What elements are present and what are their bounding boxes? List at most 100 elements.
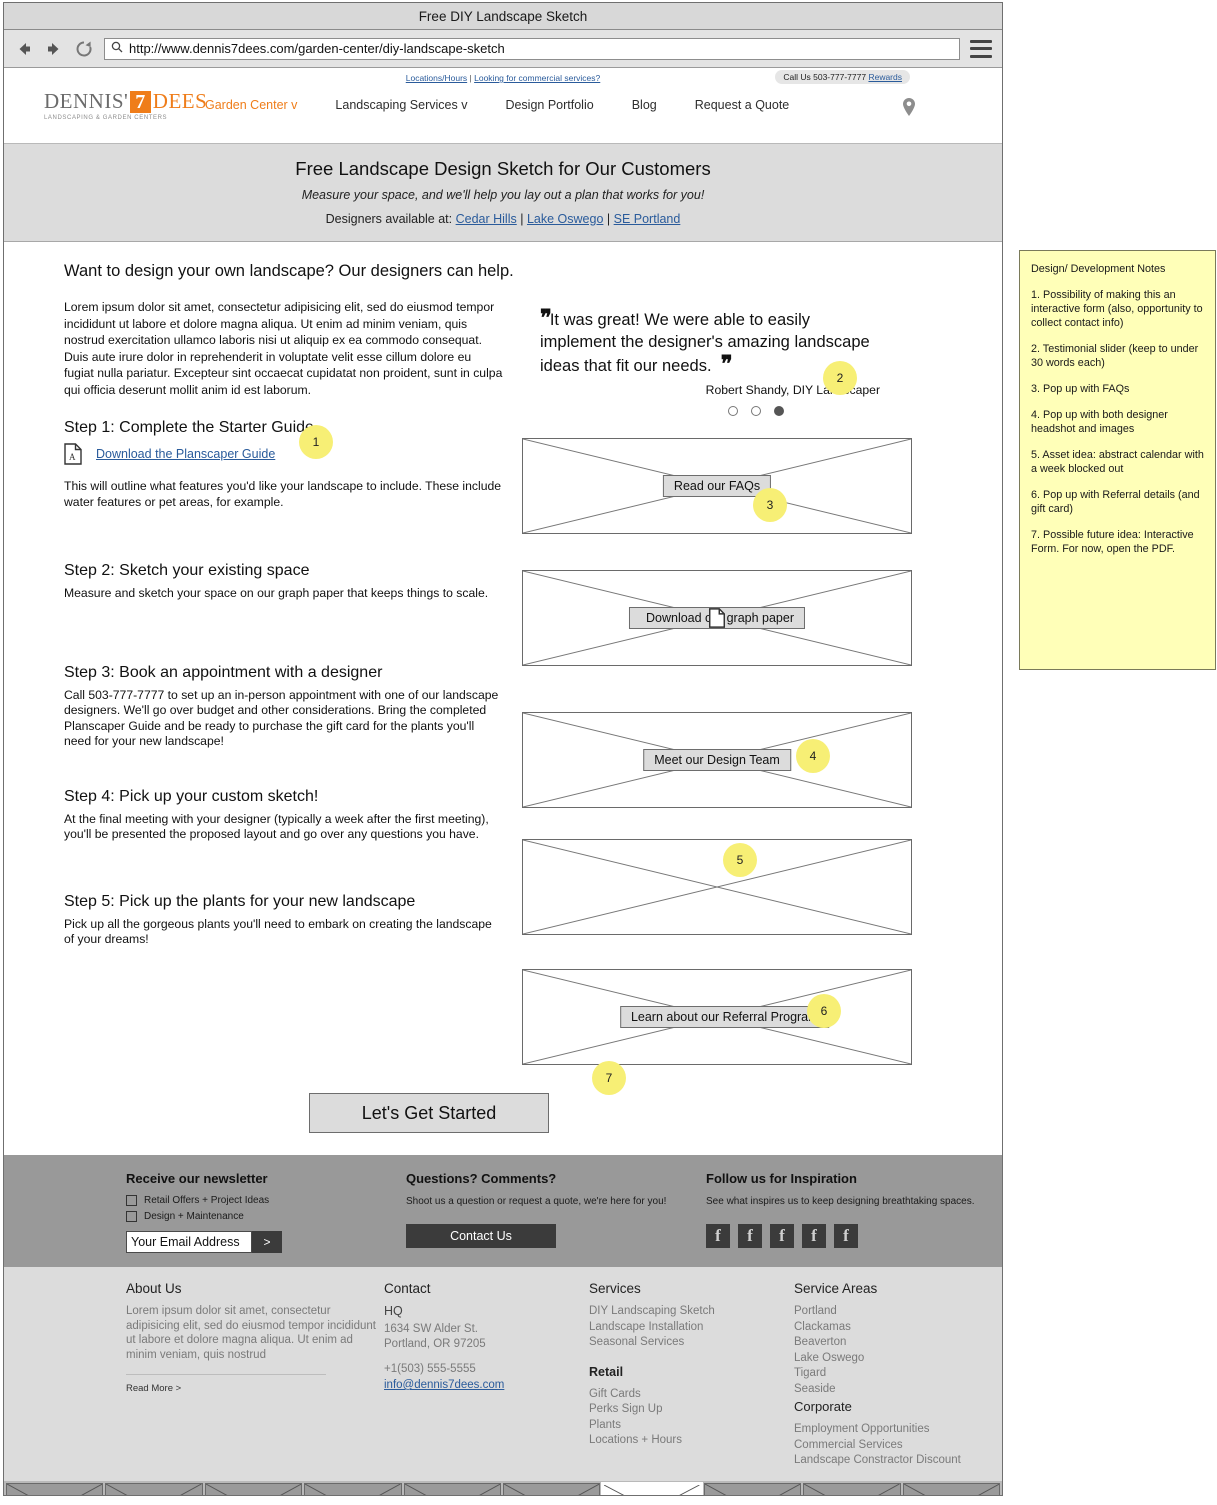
annotation-marker-7[interactable]: 7 bbox=[592, 1061, 626, 1095]
annotation-marker-4[interactable]: 4 bbox=[796, 739, 830, 773]
meet-design-team-button[interactable]: Meet our Design Team bbox=[643, 749, 791, 771]
corporate-item[interactable]: Landscape Constractor Discount bbox=[794, 1453, 1002, 1469]
newsletter-submit-label: > bbox=[263, 1235, 271, 1249]
service-area-item[interactable]: Portland bbox=[794, 1304, 1002, 1320]
forward-arrow-icon[interactable] bbox=[44, 39, 64, 59]
read-our-faqs-button[interactable]: Read our FAQs bbox=[662, 475, 772, 497]
url-bar[interactable]: http://www.dennis7dees.com/garden-center… bbox=[104, 37, 960, 60]
download-planscaper-guide-link[interactable]: Download the Planscaper Guide bbox=[96, 447, 275, 461]
facebook-icon[interactable]: f bbox=[706, 1224, 730, 1248]
testimonial-dot-1[interactable] bbox=[728, 406, 738, 416]
email-input[interactable]: Your Email Address bbox=[126, 1231, 252, 1253]
checkbox-design-maintenance[interactable] bbox=[126, 1211, 137, 1222]
facebook-icon[interactable]: f bbox=[802, 1224, 826, 1248]
services-item[interactable]: Landscape Installation bbox=[589, 1320, 794, 1336]
step-1-download-row: A Download the Planscaper Guide bbox=[64, 443, 504, 465]
retail-heading: Retail bbox=[589, 1364, 624, 1379]
facebook-icon[interactable]: f bbox=[834, 1224, 858, 1248]
newsletter-checkbox-row-2[interactable]: Design + Maintenance bbox=[126, 1211, 406, 1222]
nav-links: Garden Center v Landscaping Services v D… bbox=[205, 98, 789, 112]
quote-open-icon: ❞ bbox=[540, 305, 552, 330]
link-commercial-services[interactable]: Looking for commercial services? bbox=[474, 73, 600, 83]
thumbnail-tile[interactable] bbox=[304, 1482, 402, 1495]
thumbnail-tile[interactable] bbox=[902, 1482, 1001, 1495]
location-link-lake-oswego[interactable]: Lake Oswego bbox=[527, 212, 603, 226]
about-us-body: Lorem ipsum dolor sit amet, consectetur … bbox=[126, 1305, 376, 1361]
logo-part-2: DEES bbox=[152, 89, 208, 113]
thumbnail-tile-selected[interactable] bbox=[601, 1481, 703, 1495]
retail-item[interactable]: Gift Cards bbox=[589, 1387, 794, 1403]
back-arrow-icon[interactable] bbox=[14, 39, 34, 59]
step-4-body: At the final meeting with your designer … bbox=[64, 811, 489, 842]
newsletter-checkbox-row-1[interactable]: Retail Offers + Project Ideas bbox=[126, 1195, 406, 1206]
nav-item-design-portfolio[interactable]: Design Portfolio bbox=[505, 98, 593, 112]
contact-column: Contact HQ 1634 SW Alder St. Portland, O… bbox=[384, 1281, 589, 1469]
nav-item-landscaping-services[interactable]: Landscaping Services v bbox=[335, 98, 467, 112]
thumbnail-tile[interactable] bbox=[204, 1482, 303, 1495]
retail-item[interactable]: Perks Sign Up bbox=[589, 1402, 794, 1418]
nav-item-garden-center[interactable]: Garden Center v bbox=[205, 98, 297, 112]
hamburger-menu-icon[interactable] bbox=[970, 39, 992, 58]
map-pin-icon[interactable] bbox=[902, 97, 916, 122]
annotation-marker-1[interactable]: 1 bbox=[299, 425, 333, 459]
left-column: Lorem ipsum dolor sit amet, consectetur … bbox=[64, 299, 504, 1065]
service-area-item[interactable]: Tigard bbox=[794, 1366, 1002, 1382]
service-area-item[interactable]: Clackamas bbox=[794, 1320, 1002, 1336]
newsletter-submit-button[interactable]: > bbox=[252, 1231, 282, 1253]
read-more-link[interactable]: Read More > bbox=[126, 1383, 384, 1394]
contact-us-button[interactable]: Contact Us bbox=[406, 1224, 556, 1248]
thumbnail-tile[interactable] bbox=[6, 1482, 104, 1495]
contact-email-link[interactable]: info@dennis7dees.com bbox=[384, 1379, 504, 1391]
thumbnail-tile[interactable] bbox=[803, 1482, 901, 1495]
lets-get-started-button[interactable]: Let's Get Started bbox=[309, 1093, 549, 1133]
service-area-item[interactable]: Seaside bbox=[794, 1382, 1002, 1398]
url-text: http://www.dennis7dees.com/garden-center… bbox=[129, 41, 505, 56]
thumbnail-tile[interactable] bbox=[105, 1482, 203, 1495]
step-5-body: Pick up all the gorgeous plants you'll n… bbox=[64, 916, 492, 947]
thumbnail-tile[interactable] bbox=[703, 1482, 802, 1495]
nav-item-blog[interactable]: Blog bbox=[632, 98, 657, 112]
annotation-marker-6[interactable]: 6 bbox=[807, 994, 841, 1028]
thumbnail-tile[interactable] bbox=[503, 1482, 601, 1495]
image-placeholder-faqs: Read our FAQs bbox=[522, 438, 912, 534]
services-item[interactable]: DIY Landscaping Sketch bbox=[589, 1304, 794, 1320]
thumbnail-tile[interactable] bbox=[403, 1482, 502, 1495]
annotation-marker-2[interactable]: 2 bbox=[823, 361, 857, 395]
link-locations-hours[interactable]: Locations/Hours bbox=[406, 73, 467, 83]
download-graph-paper-button[interactable]: Download our graph paper bbox=[628, 607, 806, 629]
site-logo[interactable]: DENNIS' 7 DEES LANDSCAPING & GARDEN CENT… bbox=[44, 89, 207, 121]
design-notes-panel: Design/ Development Notes 1. Possibility… bbox=[1019, 250, 1216, 670]
service-area-item[interactable]: Lake Oswego bbox=[794, 1351, 1002, 1367]
utility-links: Locations/Hours | Looking for commercial… bbox=[406, 73, 601, 83]
step-2-heading: Step 2: Sketch your existing space bbox=[64, 562, 310, 579]
step-4-heading: Step 4: Pick up your custom sketch! bbox=[64, 787, 319, 805]
note-item-3: 3. Pop up with FAQs bbox=[1031, 383, 1130, 395]
testimonial-quote: It was great! We were able to easily imp… bbox=[540, 311, 870, 375]
cta-wrapper: Let's Get Started bbox=[309, 1093, 559, 1133]
retail-item[interactable]: Locations + Hours bbox=[589, 1433, 794, 1449]
newsletter-heading: Receive our newsletter bbox=[126, 1171, 268, 1186]
annotation-marker-3[interactable]: 3 bbox=[753, 488, 787, 522]
services-item[interactable]: Seasonal Services bbox=[589, 1335, 794, 1351]
testimonial-dot-2[interactable] bbox=[751, 406, 761, 416]
about-us-heading: About Us bbox=[126, 1281, 182, 1296]
link-rewards[interactable]: Rewards bbox=[868, 72, 902, 82]
checkbox-retail-offers[interactable] bbox=[126, 1195, 137, 1206]
contact-phone: +1(503) 555-5555 bbox=[384, 1363, 476, 1375]
facebook-icon[interactable]: f bbox=[738, 1224, 762, 1248]
location-link-se-portland[interactable]: SE Portland bbox=[614, 212, 681, 226]
annotation-marker-5[interactable]: 5 bbox=[723, 843, 757, 877]
location-link-cedar-hills[interactable]: Cedar Hills bbox=[456, 212, 517, 226]
corporate-item[interactable]: Commercial Services bbox=[794, 1438, 1002, 1454]
nav-item-request-a-quote[interactable]: Request a Quote bbox=[695, 98, 790, 112]
corporate-item[interactable]: Employment Opportunities bbox=[794, 1422, 1002, 1438]
util-separator: | bbox=[469, 73, 472, 83]
reload-icon[interactable] bbox=[74, 39, 94, 59]
note-item-7: 7. Possible future idea: Interactive For… bbox=[1031, 529, 1194, 555]
referral-program-button[interactable]: Learn about our Referral Program bbox=[619, 1006, 830, 1028]
checkbox-label-design-maintenance: Design + Maintenance bbox=[144, 1211, 244, 1222]
retail-item[interactable]: Plants bbox=[589, 1418, 794, 1434]
testimonial-dot-3[interactable] bbox=[774, 406, 784, 416]
service-area-item[interactable]: Beaverton bbox=[794, 1335, 1002, 1351]
facebook-icon[interactable]: f bbox=[770, 1224, 794, 1248]
